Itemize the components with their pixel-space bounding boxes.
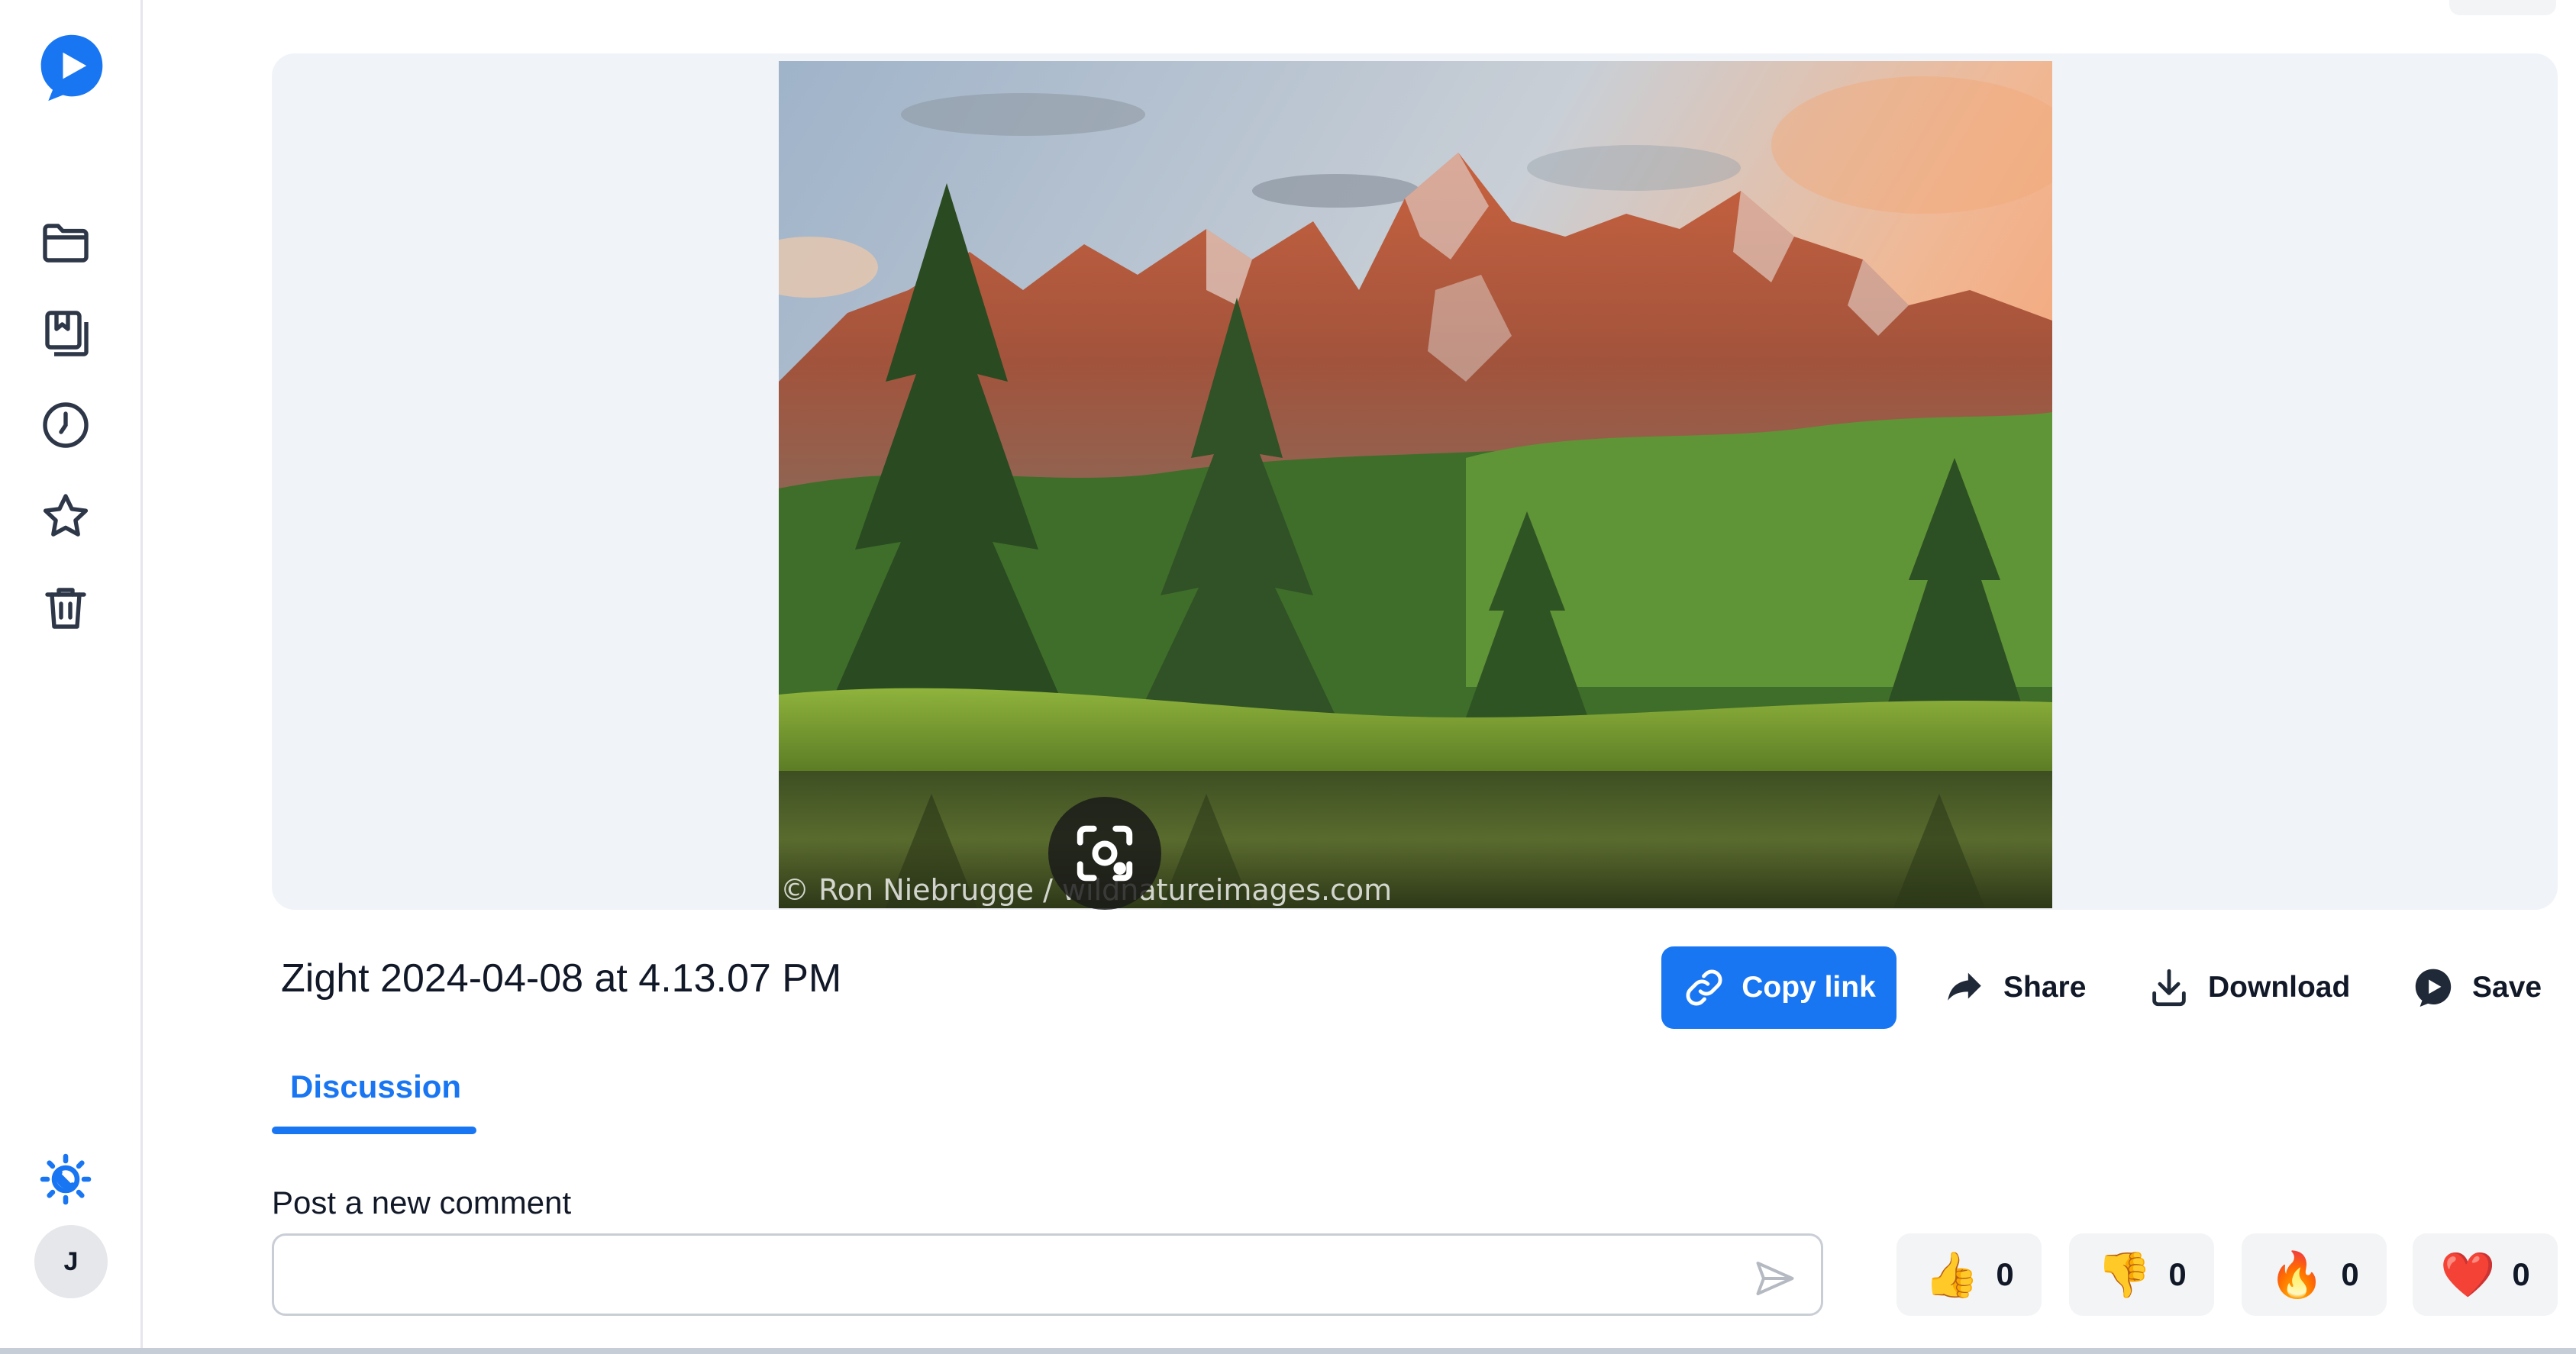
trash-icon[interactable] [36, 579, 95, 638]
app-root: J © Ron Niebrugge / wildnatureimages.com… [0, 0, 2576, 1354]
lens-search-icon[interactable] [1048, 797, 1161, 910]
download-icon [2152, 969, 2186, 1007]
share-icon [1948, 972, 1981, 1001]
top-right-button[interactable] [2449, 0, 2556, 15]
image-viewer: © Ron Niebrugge / wildnatureimages.com [272, 53, 2558, 910]
avatar[interactable]: J [34, 1225, 108, 1298]
reaction-count: 0 [1996, 1256, 2014, 1292]
heart-icon: ❤️ [2440, 1249, 2496, 1301]
collections-icon[interactable] [36, 304, 95, 363]
thumbs-down-icon: 👎 [2097, 1249, 2152, 1301]
reaction-thumbs-up[interactable]: 👍 0 [1896, 1233, 2042, 1316]
reaction-count: 0 [2512, 1256, 2530, 1292]
reaction-fire[interactable]: 🔥 0 [2242, 1233, 2387, 1316]
window-bottom-edge [0, 1348, 2576, 1354]
thumbs-up-icon: 👍 [1924, 1249, 1980, 1301]
download-label: Download [2208, 971, 2351, 1004]
comment-field [272, 1233, 1823, 1316]
save-label: Save [2472, 971, 2542, 1004]
zight-logo-icon[interactable] [35, 31, 108, 104]
share-label: Share [2003, 971, 2087, 1004]
folder-icon[interactable] [36, 212, 95, 272]
link-icon [1686, 969, 1722, 1006]
reaction-count: 0 [2168, 1256, 2187, 1292]
reaction-count: 0 [2341, 1256, 2359, 1292]
copy-link-button[interactable]: Copy link [1661, 946, 1896, 1029]
avatar-initial: J [63, 1246, 79, 1276]
clock-icon[interactable] [36, 395, 95, 455]
copy-link-label: Copy link [1742, 971, 1876, 1004]
file-title: Zight 2024-04-08 at 4.13.07 PM [281, 956, 842, 1001]
reaction-thumbs-down[interactable]: 👎 0 [2069, 1233, 2214, 1316]
send-icon[interactable] [1751, 1256, 1800, 1301]
reaction-heart[interactable]: ❤️ 0 [2413, 1233, 2558, 1316]
sidebar: J [0, 0, 143, 1354]
tab-discussion[interactable]: Discussion [290, 1069, 461, 1105]
zight-save-icon [2415, 969, 2452, 1007]
sun-moon-icon[interactable] [36, 1149, 95, 1209]
star-icon[interactable] [36, 487, 95, 546]
comment-input[interactable] [297, 1251, 1709, 1300]
share-button[interactable]: Share [1942, 946, 2086, 1029]
fire-icon: 🔥 [2269, 1249, 2325, 1301]
screenshot-image[interactable]: © Ron Niebrugge / wildnatureimages.com [779, 61, 2052, 908]
comment-label: Post a new comment [272, 1185, 572, 1220]
download-button[interactable]: Download [2147, 946, 2350, 1029]
save-button[interactable]: Save [2411, 946, 2542, 1029]
tab-active-indicator [272, 1127, 476, 1134]
